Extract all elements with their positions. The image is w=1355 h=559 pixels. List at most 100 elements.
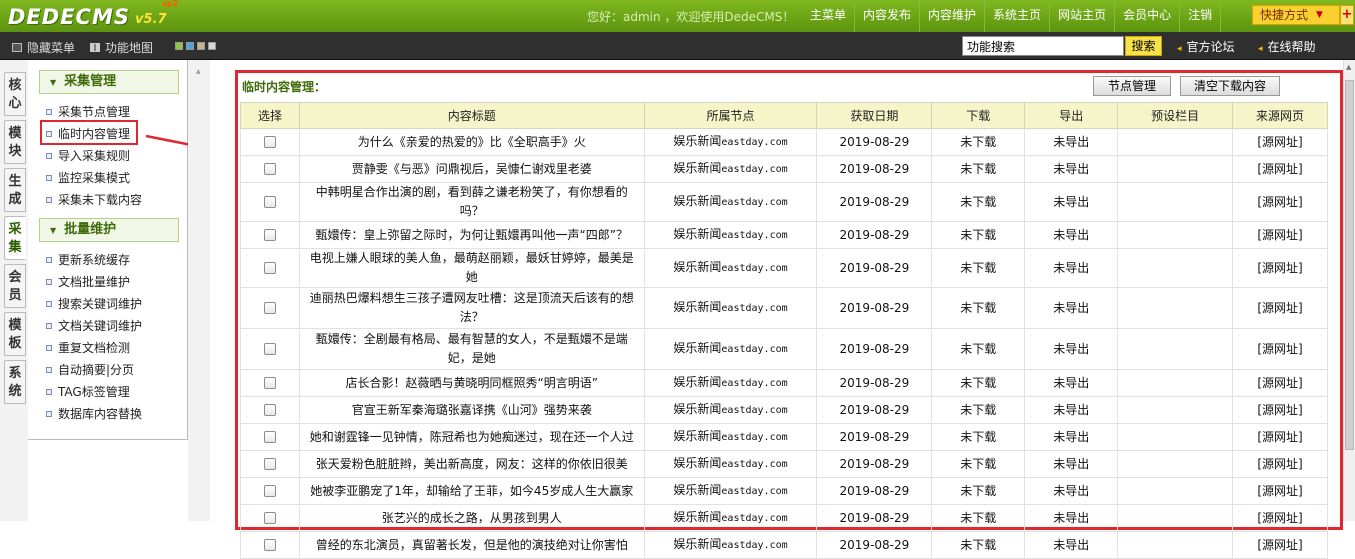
topnav-system-home[interactable]: 系统主页: [985, 0, 1051, 32]
menu-item-doc-keywords[interactable]: 文档关键词维护: [46, 317, 142, 334]
official-forum-link[interactable]: ◂ 官方论坛: [1177, 38, 1235, 55]
tab-system[interactable]: 系统: [4, 360, 26, 404]
online-help-link[interactable]: ◂ 在线帮助: [1258, 38, 1316, 55]
cell-checkbox[interactable]: [240, 155, 300, 183]
cell-title[interactable]: 电视上嫌人眼球的美人鱼，最萌赵丽颖，最妖甘婷婷，最美是她: [298, 248, 645, 288]
hide-menu-button[interactable]: 隐藏菜单: [12, 39, 75, 56]
row-checkbox[interactable]: [263, 302, 276, 314]
cell-title[interactable]: 官宣王新军秦海璐张嘉译携《山河》强势来袭: [298, 396, 645, 424]
node-manage-button[interactable]: 节点管理: [1093, 76, 1171, 96]
cell-checkbox[interactable]: [240, 477, 300, 505]
row-checkbox[interactable]: [263, 196, 276, 208]
cell-checkbox[interactable]: [240, 504, 300, 532]
cell-title[interactable]: 店长合影！赵薇晒与黄晓明同框照秀“明言明语”: [298, 369, 645, 397]
cell-title[interactable]: 迪丽热巴爆料想生三孩子遭网友吐槽：这是顶流天后该有的想法？: [298, 287, 645, 329]
menu-item-batch-docs[interactable]: 文档批量维护: [46, 273, 130, 290]
scrollbar-thumb[interactable]: [1345, 80, 1354, 450]
scrollbar[interactable]: ▲: [1343, 60, 1355, 521]
cell-source-link[interactable]: [源网址]: [1232, 369, 1328, 397]
topnav-main-menu[interactable]: 主菜单: [802, 0, 856, 32]
cell-source-link[interactable]: [源网址]: [1232, 504, 1328, 532]
cell-title[interactable]: 曾经的东北演员，真留著长发，但是他的演技绝对让你害怕: [298, 531, 645, 559]
cell-source-link[interactable]: [源网址]: [1232, 128, 1328, 156]
cell-checkbox[interactable]: [240, 450, 300, 478]
row-checkbox[interactable]: [263, 512, 276, 524]
row-checkbox[interactable]: [263, 136, 276, 148]
cell-checkbox[interactable]: [240, 531, 300, 559]
quick-menu-dropdown[interactable]: 快捷方式 ▼: [1252, 5, 1340, 25]
cell-source-link[interactable]: [源网址]: [1232, 396, 1328, 424]
quick-add-button[interactable]: +: [1340, 5, 1354, 25]
menu-group-batch-header[interactable]: ▼ 批量维护: [39, 218, 179, 242]
cell-title[interactable]: 她和谢霆锋一见钟情，陈冠希也为她痴迷过，现在还一个人过: [298, 423, 645, 451]
cell-title[interactable]: 贾静雯《与恶》问鼎视后，吴慷仁谢戏里老婆: [298, 155, 645, 183]
scroll-up-icon[interactable]: ▲: [1346, 63, 1351, 71]
cell-source-link[interactable]: [源网址]: [1232, 221, 1328, 249]
cell-title[interactable]: 为什么《亲爱的热爱的》比《全职高手》火: [298, 128, 645, 156]
topnav-member-center[interactable]: 会员中心: [1115, 0, 1181, 32]
theme-swatch-gray[interactable]: [208, 42, 216, 50]
cell-title[interactable]: 她被李亚鹏宠了1年，却输给了王菲，如今45岁成人生大赢家: [298, 477, 645, 505]
clear-downloads-button[interactable]: 清空下载内容: [1180, 76, 1280, 96]
cell-source-link[interactable]: [源网址]: [1232, 182, 1328, 222]
tab-template[interactable]: 模板: [4, 312, 26, 356]
cell-checkbox[interactable]: [240, 182, 300, 222]
tab-module[interactable]: 模块: [4, 120, 26, 164]
menu-item-search-keywords[interactable]: 搜索关键词维护: [46, 295, 142, 312]
row-checkbox[interactable]: [263, 404, 276, 416]
collapse-icon[interactable]: ▲: [196, 68, 201, 75]
topnav-logout[interactable]: 注销: [1180, 0, 1222, 32]
row-checkbox[interactable]: [263, 343, 276, 355]
cell-checkbox[interactable]: [240, 128, 300, 156]
cell-checkbox[interactable]: [240, 328, 300, 370]
cell-checkbox[interactable]: [240, 369, 300, 397]
tab-collect[interactable]: 采集: [4, 216, 26, 260]
cell-title[interactable]: 张艺兴的成长之路，从男孩到男人: [298, 504, 645, 532]
theme-swatch-blue[interactable]: [186, 42, 194, 50]
topnav-site-home[interactable]: 网站主页: [1050, 0, 1116, 32]
row-checkbox[interactable]: [263, 485, 276, 497]
cell-source-link[interactable]: [源网址]: [1232, 155, 1328, 183]
row-checkbox[interactable]: [263, 163, 276, 175]
cell-checkbox[interactable]: [240, 396, 300, 424]
tab-generate[interactable]: 生成: [4, 168, 26, 212]
cell-source-link[interactable]: [源网址]: [1232, 328, 1328, 370]
menu-item-db-replace[interactable]: 数据库内容替换: [46, 405, 142, 422]
search-button[interactable]: 搜索: [1125, 36, 1162, 56]
menu-item-monitor-mode[interactable]: 监控采集模式: [46, 169, 130, 186]
theme-swatch-green[interactable]: [175, 42, 183, 50]
menu-item-auto-summary[interactable]: 自动摘要|分页: [46, 361, 134, 378]
menu-item-update-cache[interactable]: 更新系统缓存: [46, 251, 130, 268]
feature-map-button[interactable]: 功能地图: [90, 39, 153, 56]
cell-source-link[interactable]: [源网址]: [1232, 450, 1328, 478]
cell-title[interactable]: 甄嬛传：全剧最有格局、最有智慧的女人，不是甄嬛不是端妃，是她: [298, 328, 645, 370]
row-checkbox[interactable]: [263, 262, 276, 274]
menu-group-collect-header[interactable]: ▼ 采集管理: [39, 70, 179, 94]
row-checkbox[interactable]: [263, 377, 276, 389]
menu-item-node-manage[interactable]: 采集节点管理: [46, 103, 130, 120]
menu-item-import-rules[interactable]: 导入采集规则: [46, 147, 130, 164]
menu-item-undownloaded[interactable]: 采集未下载内容: [46, 191, 142, 208]
cell-checkbox[interactable]: [240, 248, 300, 288]
cell-source-link[interactable]: [源网址]: [1232, 477, 1328, 505]
topnav-maintain[interactable]: 内容维护: [920, 0, 986, 32]
cell-title[interactable]: 张天爱粉色脏脏辫，美出新高度，网友：这样的你依旧很美: [298, 450, 645, 478]
row-checkbox[interactable]: [263, 431, 276, 443]
tab-member[interactable]: 会员: [4, 264, 26, 308]
cell-checkbox[interactable]: [240, 423, 300, 451]
cell-checkbox[interactable]: [240, 287, 300, 329]
feature-search-input[interactable]: [962, 36, 1124, 56]
topnav-publish[interactable]: 内容发布: [855, 0, 921, 32]
cell-source-link[interactable]: [源网址]: [1232, 423, 1328, 451]
tab-core[interactable]: 核心: [4, 72, 26, 116]
cell-checkbox[interactable]: [240, 221, 300, 249]
row-checkbox[interactable]: [263, 458, 276, 470]
theme-swatch-tan[interactable]: [197, 42, 205, 50]
row-checkbox[interactable]: [263, 539, 276, 551]
cell-title[interactable]: 中韩明星合作出演的剧，看到薛之谦老粉笑了，有你想看的吗？: [298, 182, 645, 222]
cell-source-link[interactable]: [源网址]: [1232, 531, 1328, 559]
row-checkbox[interactable]: [263, 229, 276, 241]
cell-title[interactable]: 甄嬛传：皇上弥留之际时，为何让甄嬛再叫他一声“四郎”？: [298, 221, 645, 249]
menu-item-duplicate-check[interactable]: 重复文档检测: [46, 339, 130, 356]
cell-source-link[interactable]: [源网址]: [1232, 248, 1328, 288]
